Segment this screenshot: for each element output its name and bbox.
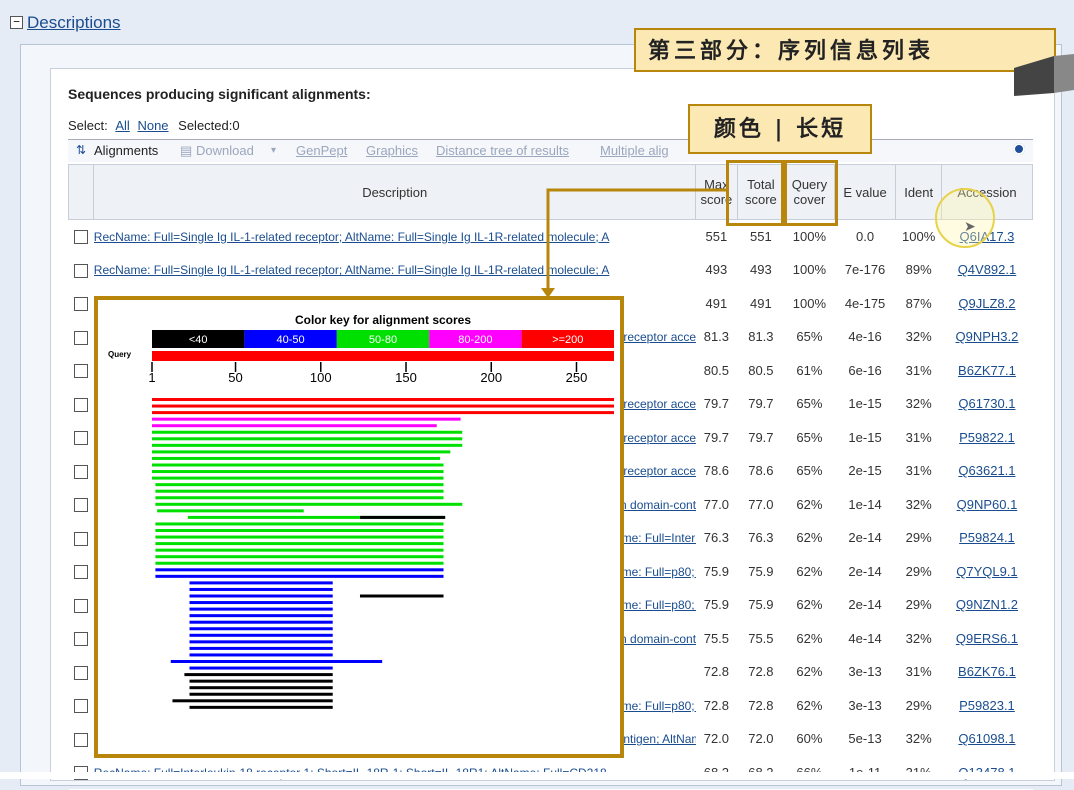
hit-bar [152,411,614,415]
hit-bar [152,430,463,434]
hit-bar [152,476,444,480]
logo-shape-icon [1014,54,1074,96]
hit-bar [189,686,333,690]
hit-bar [189,581,333,585]
tick-label: 200 [480,370,502,385]
hit-bar [189,614,333,618]
hit-bar [189,620,333,624]
hit-bar [189,601,333,605]
hit-bar [189,627,333,631]
color-key-label: 40-50 [277,334,305,346]
hit-bar [155,535,444,539]
hit-bar [152,470,444,474]
hit-bar [155,542,444,546]
hit-bar [155,502,463,506]
color-key-label: 80-200 [458,334,492,346]
color-key-label: 50-80 [369,334,397,346]
hit-bar [152,417,461,421]
hit-bar [155,483,444,487]
hit-bar [189,692,333,696]
query-bar [152,351,614,361]
hit-bar [189,640,333,644]
hit-bar [189,607,333,611]
hit-bar [155,529,444,532]
hit-bar [155,574,444,578]
color-key-label: <40 [189,334,208,346]
query-label: Query [108,350,132,359]
hit-bar [155,522,444,526]
hit-bar [189,587,333,591]
color-key-label: >=200 [552,334,583,346]
hit-bar [155,561,444,565]
hit-bar [189,705,333,709]
tick-label: 250 [566,370,588,385]
hit-bar [189,666,333,670]
alignment-graphic-popup: Color key for alignment scores <40 40-50 50… [94,296,624,758]
chart-title: Color key for alignment scores [295,313,471,327]
hit-bar [155,489,444,493]
hit-bar [189,594,333,598]
tick-label: 1 [148,370,155,385]
hit-bar [184,673,333,677]
hit-bar [157,509,304,513]
hit-bar [189,653,333,657]
hit-bar [189,646,333,650]
hit-bar [152,450,451,454]
hit-bar-extra [359,594,444,598]
hit-bar [155,555,444,559]
hit-bar [189,633,333,637]
hit-bar-extra [359,515,446,519]
hit-bar [152,404,614,408]
hit-bar [152,443,463,447]
hit-bar [152,424,437,428]
hit-bar [152,398,614,401]
hit-bar [152,437,463,441]
hit-bar [170,660,383,663]
tick-label: 100 [310,370,332,385]
tick-label: 150 [395,370,417,385]
alignment-graphic: Color key for alignment scores <40 40-50 50… [108,313,614,709]
hit-bar [152,463,444,467]
mouse-pointer-icon: ➤ [964,218,976,234]
tick-label: 50 [228,370,242,385]
page-bottom-edge [0,772,1074,779]
hit-bar [172,699,333,703]
hit-bar [152,456,441,460]
hit-bar [155,548,444,552]
hit-bar [155,568,444,572]
hit-bar [189,679,333,683]
hit-bar [155,496,444,500]
